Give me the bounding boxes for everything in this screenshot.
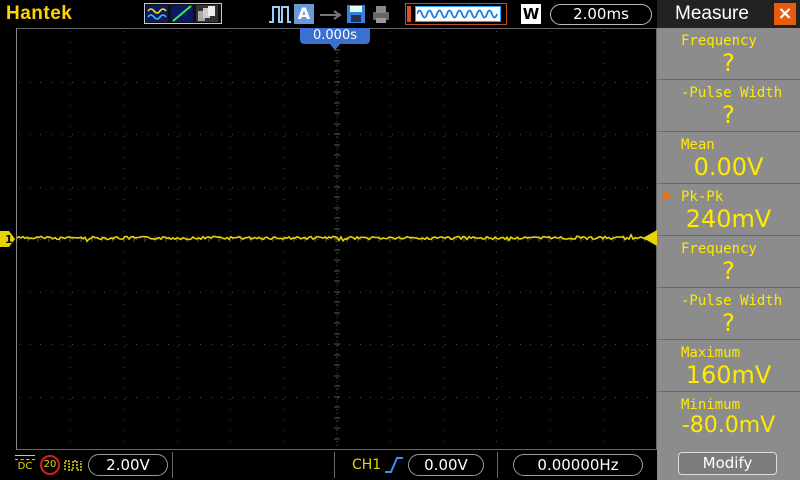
measure-value: -80.0mV xyxy=(681,413,776,438)
auto-mode-icon[interactable]: A xyxy=(294,4,314,24)
save-icon[interactable] xyxy=(346,4,366,24)
rising-edge-icon[interactable] xyxy=(384,456,404,474)
measure-label: Mean xyxy=(681,137,715,153)
measure-label: Maximum xyxy=(681,345,741,361)
measure-label: Minimum xyxy=(681,397,741,413)
pulse-trigger-icon[interactable] xyxy=(268,4,292,24)
trigger-position-pointer-icon xyxy=(329,43,341,50)
measure-label: -Pulse Width xyxy=(681,293,783,309)
bottom-status-bar: DC 20 2.00V CH1 0.00V 0.00000Hz xyxy=(0,450,657,480)
measure-slot-5[interactable]: Frequency ? xyxy=(657,236,800,288)
trigger-level-readout[interactable]: 0.00V xyxy=(408,454,484,476)
bandwidth-limit-icon[interactable]: 20 xyxy=(40,455,60,475)
brand-logo: Hantek xyxy=(6,3,73,24)
measure-value: 160mV xyxy=(685,361,772,389)
measure-slot-1[interactable]: Frequency ? xyxy=(657,28,800,80)
measure-label: Frequency xyxy=(681,241,757,257)
measure-label: -Pulse Width xyxy=(681,85,783,101)
coupling-indicator[interactable]: DC xyxy=(15,455,35,472)
display-mode-group[interactable] xyxy=(144,3,222,24)
waveform-display-icon xyxy=(146,5,218,22)
measure-slot-6[interactable]: -Pulse Width ? xyxy=(657,288,800,340)
measure-slot-7[interactable]: Maximum 160mV xyxy=(657,340,800,392)
modify-button[interactable]: Modify xyxy=(678,452,777,475)
measure-value: ? xyxy=(722,257,735,285)
measure-slot-4[interactable]: ▶ Pk-Pk 240mV xyxy=(657,184,800,236)
measure-value: ? xyxy=(722,101,735,129)
measure-panel-header: Measure × xyxy=(657,0,800,28)
svg-text:1: 1 xyxy=(5,233,13,246)
measure-label: Frequency xyxy=(681,33,757,49)
measure-value: ? xyxy=(722,49,735,77)
measure-label: Pk-Pk xyxy=(681,189,724,205)
timebase-readout[interactable]: 2.00ms xyxy=(550,4,652,25)
waveform-display[interactable] xyxy=(16,28,657,450)
trigger-position-label[interactable]: 0.000s xyxy=(300,28,370,44)
coupling-label: DC xyxy=(17,461,33,472)
acquire-mode-icon[interactable]: W xyxy=(521,4,541,24)
measure-slot-3[interactable]: Mean 0.00V xyxy=(657,132,800,184)
top-status-bar: Hantek A W 2.00ms xyxy=(0,0,657,28)
measure-panel: Measure × Frequency ? -Pulse Width ? Mea… xyxy=(657,0,800,480)
waveform-preview-icon xyxy=(417,9,498,19)
measure-panel-title: Measure xyxy=(675,3,749,24)
print-icon[interactable] xyxy=(371,4,391,24)
measure-value: ? xyxy=(722,309,735,337)
memory-position-bar[interactable] xyxy=(405,3,507,25)
selected-arrow-icon: ▶ xyxy=(663,188,673,202)
trigger-level-marker-icon[interactable] xyxy=(643,230,657,246)
measure-value: 0.00V xyxy=(693,153,764,181)
trigger-source-label[interactable]: CH1 xyxy=(352,457,381,473)
usb-icon xyxy=(320,10,342,20)
measure-slot-2[interactable]: -Pulse Width ? xyxy=(657,80,800,132)
channel1-scale-readout[interactable]: 2.00V xyxy=(88,454,168,476)
invert-icon[interactable] xyxy=(64,458,84,472)
channel1-trace xyxy=(17,233,656,243)
channel1-marker-icon[interactable]: 1 xyxy=(0,231,16,247)
measure-slot-8[interactable]: Minimum -80.0mV xyxy=(657,392,800,444)
measure-value: 240mV xyxy=(685,205,772,233)
close-icon[interactable]: × xyxy=(774,3,796,25)
trigger-frequency-readout: 0.00000Hz xyxy=(513,454,643,476)
